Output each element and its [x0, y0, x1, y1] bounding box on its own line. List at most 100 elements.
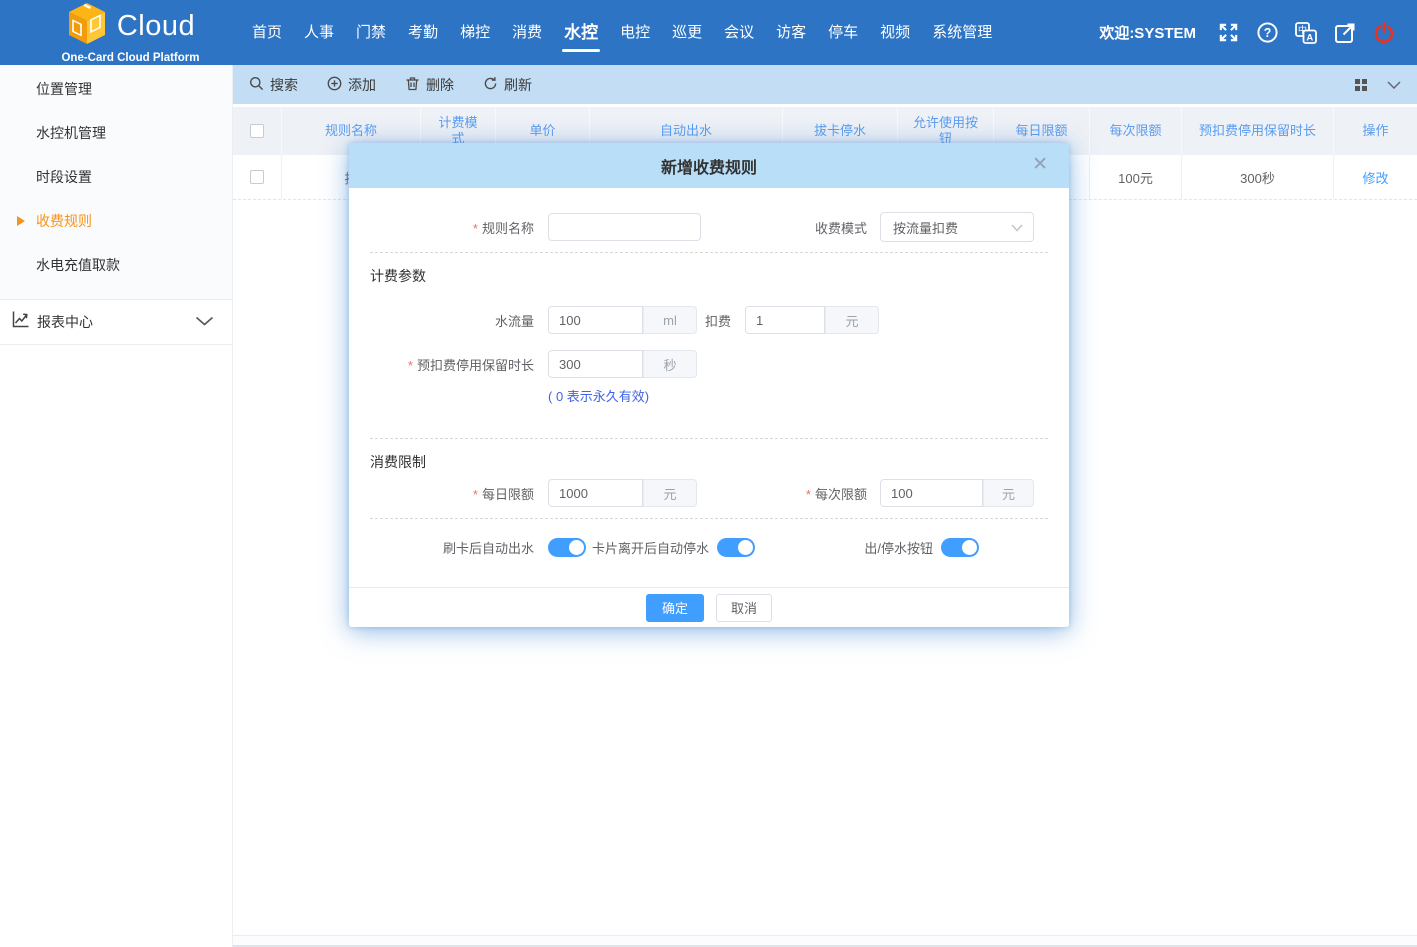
auto-water-toggle-label: 刷卡后自动出水 — [370, 538, 534, 557]
daily-limit-input[interactable] — [548, 479, 643, 507]
auto-water-toggle[interactable] — [548, 538, 586, 557]
start-stop-button-toggle-label: 出/停水按钮 — [810, 538, 933, 557]
nav-item-access[interactable]: 门禁 — [345, 0, 397, 65]
app-window: Cloud One-Card Cloud Platform 首页 人事 门禁 考… — [0, 0, 1417, 947]
rule-name-label: 规则名称 — [370, 218, 534, 237]
brand-name: Cloud — [117, 10, 195, 43]
sidebar: 位置管理 水控机管理 时段设置 收费规则 水电充值取款 报表中心 — [0, 65, 233, 947]
col-header-per-limit: 每次限额 — [1090, 107, 1182, 155]
select-chevron-icon — [1011, 220, 1023, 235]
daily-limit-unit: 元 — [643, 479, 697, 507]
nav-item-personnel[interactable]: 人事 — [293, 0, 345, 65]
power-icon[interactable] — [1371, 20, 1397, 46]
dialog-footer: 确定 取消 — [349, 587, 1069, 627]
refresh-button[interactable]: 刷新 — [483, 75, 532, 95]
cancel-button[interactable]: 取消 — [716, 594, 772, 622]
nav-item-system[interactable]: 系统管理 — [921, 0, 1003, 65]
svg-text:A: A — [1306, 32, 1313, 43]
topbar-actions: 欢迎:SYSTEM ? 中 — [1099, 20, 1397, 46]
top-navigation-bar: Cloud One-Card Cloud Platform 首页 人事 门禁 考… — [0, 0, 1417, 65]
active-triangle-icon — [17, 216, 25, 226]
per-limit-label: 每次限额 — [720, 484, 867, 503]
refresh-icon — [483, 76, 498, 94]
delete-button[interactable]: 删除 — [405, 75, 454, 95]
water-flow-label: 水流量 — [370, 311, 534, 330]
per-limit-input[interactable] — [880, 479, 983, 507]
report-center-label: 报表中心 — [37, 312, 195, 332]
water-flow-input[interactable] — [548, 306, 643, 334]
add-charging-rule-dialog: 新增收费规则 ✕ 规则名称 收费模式 按流量扣费 计费参 — [349, 143, 1069, 627]
sidebar-item-time-period-settings[interactable]: 时段设置 — [0, 155, 232, 199]
search-button[interactable]: 搜索 — [249, 75, 298, 95]
reserve-time-hint: ( 0 表示永久有效) — [548, 386, 1048, 405]
grid-view-icon[interactable] — [1355, 79, 1367, 91]
col-header-actions: 操作 — [1334, 107, 1417, 155]
dialog-header: 新增收费规则 ✕ — [349, 143, 1069, 188]
start-stop-button-toggle[interactable] — [941, 538, 979, 557]
nav-item-parking[interactable]: 停车 — [817, 0, 869, 65]
brand-subtitle: One-Card Cloud Platform — [61, 52, 199, 64]
billing-params-section-title: 计费参数 — [370, 266, 1048, 286]
nav-item-water-control-active[interactable]: 水控 — [553, 0, 609, 65]
deduct-fee-label: 扣费 — [705, 311, 731, 330]
search-icon — [249, 76, 264, 94]
nav-item-visitor[interactable]: 访客 — [765, 0, 817, 65]
sidebar-item-charging-rules-active[interactable]: 收费规则 — [0, 199, 232, 243]
card-leave-stop-toggle-label: 卡片离开后自动停水 — [592, 538, 709, 557]
nav-item-electric[interactable]: 电控 — [609, 0, 661, 65]
daily-limit-label: 每日限额 — [370, 484, 534, 503]
delete-icon — [405, 76, 420, 94]
section-divider — [370, 252, 1048, 253]
add-button[interactable]: 添加 — [327, 75, 376, 95]
confirm-button[interactable]: 确定 — [646, 594, 704, 622]
chart-icon — [11, 310, 30, 334]
brand-logo: Cloud One-Card Cloud Platform — [38, 2, 223, 64]
close-icon[interactable]: ✕ — [1032, 154, 1048, 176]
nav-item-patrol[interactable]: 巡更 — [661, 0, 713, 65]
add-icon — [327, 76, 342, 94]
cell-per-limit: 100元 — [1090, 155, 1182, 199]
reserve-time-input[interactable] — [548, 350, 643, 378]
new-window-icon[interactable] — [1332, 20, 1358, 46]
nav-item-video[interactable]: 视频 — [869, 0, 921, 65]
chevron-down-icon — [195, 313, 214, 331]
card-leave-stop-toggle[interactable] — [717, 538, 755, 557]
translate-icon[interactable]: 中 A — [1293, 20, 1319, 46]
deduct-fee-input[interactable] — [745, 306, 825, 334]
cube-logo-icon — [66, 2, 108, 51]
rule-name-input[interactable] — [548, 213, 701, 241]
sidebar-item-water-controller-management[interactable]: 水控机管理 — [0, 111, 232, 155]
sidebar-item-recharge-withdraw[interactable]: 水电充值取款 — [0, 243, 232, 287]
nav-item-attendance[interactable]: 考勤 — [397, 0, 449, 65]
section-divider — [370, 518, 1048, 519]
fullscreen-icon[interactable] — [1215, 20, 1241, 46]
per-limit-unit: 元 — [983, 479, 1034, 507]
dialog-title: 新增收费规则 — [661, 154, 757, 178]
consume-limit-section-title: 消费限制 — [370, 452, 1048, 472]
horizontal-scrollbar[interactable] — [233, 935, 1417, 947]
section-divider — [370, 438, 1048, 439]
sidebar-item-report-center[interactable]: 报表中心 — [0, 299, 232, 345]
sidebar-item-location-management[interactable]: 位置管理 — [0, 67, 232, 111]
nav-item-home[interactable]: 首页 — [241, 0, 293, 65]
sidebar-submenu: 位置管理 水控机管理 时段设置 收费规则 水电充值取款 — [0, 65, 232, 299]
cell-reserve-time: 300秒 — [1182, 155, 1334, 199]
water-flow-unit: ml — [643, 306, 697, 334]
collapse-chevron-icon[interactable] — [1387, 76, 1401, 94]
nav-item-consume[interactable]: 消费 — [501, 0, 553, 65]
row-checkbox[interactable] — [250, 170, 264, 184]
deduct-fee-unit: 元 — [825, 306, 879, 334]
reserve-time-unit: 秒 — [643, 350, 697, 378]
nav-item-meeting[interactable]: 会议 — [713, 0, 765, 65]
charge-mode-select[interactable]: 按流量扣费 — [880, 212, 1034, 242]
welcome-text: 欢迎:SYSTEM — [1099, 22, 1196, 43]
toolbar: 搜索 添加 删除 — [233, 65, 1417, 104]
edit-row-link[interactable]: 修改 — [1362, 168, 1388, 187]
nav-item-elevator[interactable]: 梯控 — [449, 0, 501, 65]
svg-text:?: ? — [1263, 26, 1271, 40]
main-nav: 首页 人事 门禁 考勤 梯控 消费 水控 电控 巡更 会议 访客 停车 视频 系… — [241, 0, 1003, 65]
help-icon[interactable]: ? — [1254, 20, 1280, 46]
col-header-reserve-time: 预扣费停用保留时长 — [1182, 107, 1334, 155]
select-all-checkbox[interactable] — [250, 124, 264, 138]
charge-mode-label: 收费模式 — [720, 218, 867, 237]
